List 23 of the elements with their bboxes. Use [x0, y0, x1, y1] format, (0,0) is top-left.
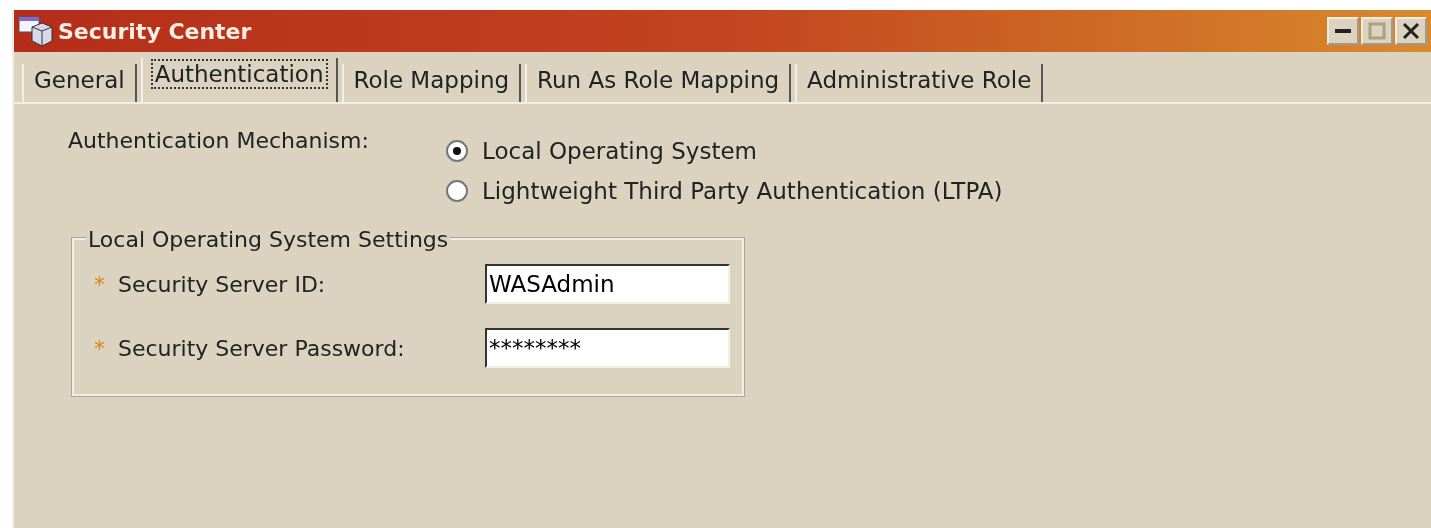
input-field[interactable]: ******** — [485, 328, 730, 368]
tab[interactable]: General — [22, 64, 137, 102]
minimize-button[interactable] — [1327, 17, 1359, 45]
maximize-icon — [1368, 22, 1386, 40]
window-title: Security Center — [58, 17, 252, 46]
radio-button[interactable] — [446, 180, 468, 202]
tab[interactable]: Role Mapping — [341, 64, 522, 102]
input-field[interactable]: WASAdmin — [485, 264, 730, 304]
required-marker: * — [94, 270, 106, 299]
required-marker: * — [94, 334, 106, 363]
tab[interactable]: Authentication — [140, 58, 338, 102]
app-icon — [18, 15, 54, 47]
radio-button[interactable] — [446, 140, 468, 162]
tab[interactable]: Administrative Role — [795, 64, 1044, 102]
field-label: Security Server ID: — [117, 270, 327, 299]
close-button[interactable] — [1395, 17, 1427, 45]
field-label: Security Server Password: — [117, 334, 406, 363]
option-label: Lightweight Third Party Authentication (LTPA) — [482, 176, 1003, 206]
field-label: Authentication Mechanism: — [68, 127, 370, 155]
tab[interactable]: Run As Role Mapping — [525, 64, 792, 102]
minimize-icon — [1335, 28, 1351, 34]
option-label: Local Operating System — [482, 136, 757, 166]
close-icon — [1402, 22, 1420, 40]
